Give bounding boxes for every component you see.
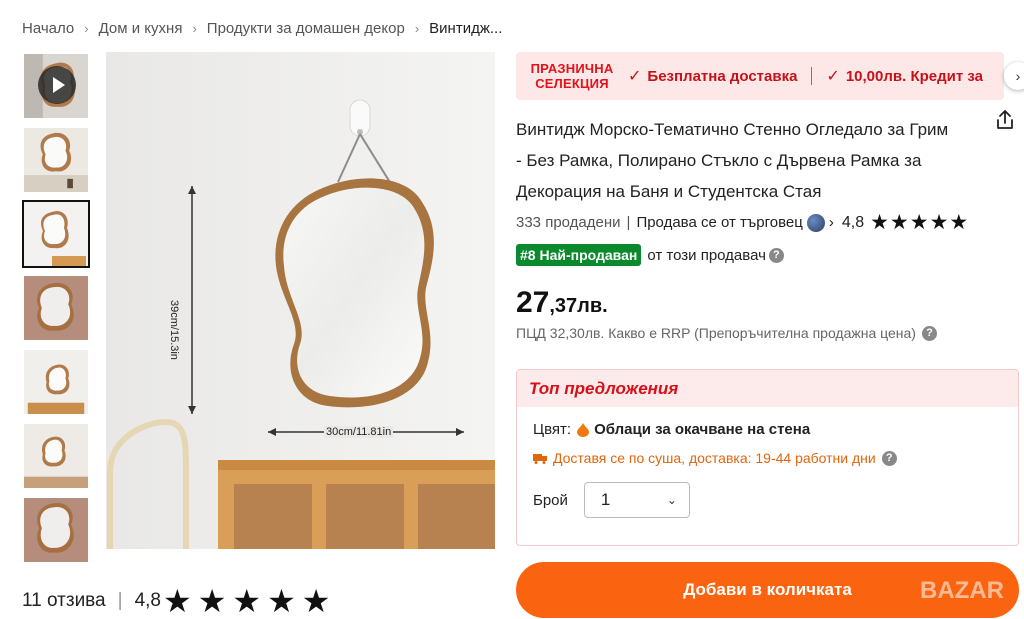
free-delivery-label: Безплатна доставка: [647, 67, 798, 85]
bazar-watermark-logo: BAZAR: [920, 577, 1004, 604]
chevron-right-icon: ›: [192, 20, 197, 36]
thumbnail-7[interactable]: [22, 496, 90, 564]
svg-text:BAZAR: BAZAR: [920, 577, 1004, 604]
bestseller-badge: #8 Най-продаван: [516, 244, 642, 266]
free-delivery-promo: ✓ Безплатна доставка: [628, 66, 797, 86]
price-decimal: ,37лв.: [549, 295, 608, 317]
credit-label: 10,00лв. Кредит за: [845, 67, 983, 85]
shipping-row: Доставя се по суша, доставка: 19-44 рабо…: [533, 450, 1002, 466]
shipping-text[interactable]: Доставя се по суша, доставка: 19-44 рабо…: [553, 450, 876, 466]
thumbnail-3-selected[interactable]: [22, 200, 90, 268]
seller-link[interactable]: Продава се от търговец: [636, 214, 802, 231]
bestseller-row: #8 Най-продаван от този продавач ?: [516, 244, 784, 266]
review-count[interactable]: 11 отзива: [22, 590, 106, 612]
breadcrumb-current: Винтидж...: [429, 19, 503, 37]
help-icon[interactable]: ?: [881, 450, 897, 466]
top-offers-heading: Топ предложения: [517, 370, 1018, 407]
bestseller-text: от този продавач: [647, 246, 766, 264]
breadcrumb-home[interactable]: Начало: [22, 20, 74, 37]
chevron-right-icon: ›: [1015, 68, 1021, 84]
chevron-right-icon: ›: [414, 20, 420, 36]
holiday-selection-badge: ПРАЗНИЧНА СЕЛЕКЦИЯ: [530, 61, 614, 91]
chevron-right-icon: ›: [84, 20, 89, 36]
promo-divider: [811, 67, 813, 85]
chevron-right-icon: ›: [828, 214, 834, 231]
quantity-value: 1: [600, 490, 611, 509]
check-icon: ✓: [826, 68, 840, 85]
product-title: Винтидж Морско-Тематично Стенно Огледало…: [516, 120, 949, 201]
quantity-select[interactable]: 1 ⌄: [583, 482, 690, 518]
promo-next-button[interactable]: ›: [1004, 62, 1024, 90]
rrp-note: ПЦД 32,30лв. Какво е RRP (Препоръчителна…: [516, 325, 937, 341]
thumbnail-list: [22, 52, 92, 570]
quantity-row: Брой 1 ⌄: [533, 482, 1002, 518]
reviews-rating-value: 4,8: [134, 590, 161, 611]
help-icon[interactable]: ?: [921, 325, 937, 341]
breadcrumb-home-kitchen[interactable]: Дом и кухня: [99, 20, 183, 37]
chevron-down-icon: ⌄: [666, 493, 677, 507]
breadcrumb-home-decor[interactable]: Продукти за домашен декор: [207, 20, 405, 37]
top-offers-box: Топ предложения Цвят: Облаци за окачване…: [516, 369, 1019, 546]
quantity-label: Брой: [533, 491, 568, 509]
check-icon: ✓: [628, 68, 642, 85]
divider: |: [626, 214, 631, 231]
rating-value: 4,8: [841, 213, 865, 231]
help-icon[interactable]: ?: [768, 247, 784, 263]
seller-avatar[interactable]: [806, 213, 825, 232]
flame-icon: [577, 422, 590, 437]
share-icon[interactable]: [993, 108, 1017, 132]
height-dimension-label: 39cm/15.3in: [168, 300, 180, 360]
color-value[interactable]: Облаци за окачване на стена: [594, 421, 810, 438]
product-meta-row: 333 продадени | Продава се от търговец ›…: [516, 212, 1020, 233]
divider: |: [117, 590, 123, 611]
credit-promo: ✓ 10,00лв. Кредит за: [826, 66, 983, 86]
rrp-text: ПЦД 32,30лв. Какво е RRP (Препоръчителна…: [516, 325, 916, 341]
breadcrumb: Начало › Дом и кухня › Продукти за домаш…: [22, 18, 502, 38]
thumbnail-5[interactable]: [22, 348, 90, 416]
main-product-image[interactable]: 39cm/15.3in 30cm/11.81in: [106, 52, 495, 549]
color-label: Цвят:: [533, 421, 572, 438]
sold-count: 333 продадени: [516, 214, 621, 231]
promo-banner: ПРАЗНИЧНА СЕЛЕКЦИЯ ✓ Безплатна доставка …: [516, 52, 1004, 100]
thumbnail-6[interactable]: [22, 422, 90, 490]
thumbnail-4[interactable]: [22, 274, 90, 342]
width-dimension-label: 30cm/11.81in: [324, 426, 394, 438]
reviews-stars: ★★★★★: [163, 583, 337, 619]
color-row: Цвят: Облаци за окачване на стена: [533, 421, 1002, 438]
thumbnail-2[interactable]: [22, 126, 90, 194]
price-integer: 27: [516, 286, 550, 319]
price: 27,37лв.: [516, 286, 608, 320]
play-icon: [38, 66, 76, 104]
reviews-summary: 11 отзива | 4,8 ★★★★★: [22, 585, 336, 617]
rating-stars[interactable]: ★★★★★: [870, 212, 969, 233]
truck-icon: [533, 454, 547, 464]
thumbnail-video[interactable]: [22, 52, 90, 120]
